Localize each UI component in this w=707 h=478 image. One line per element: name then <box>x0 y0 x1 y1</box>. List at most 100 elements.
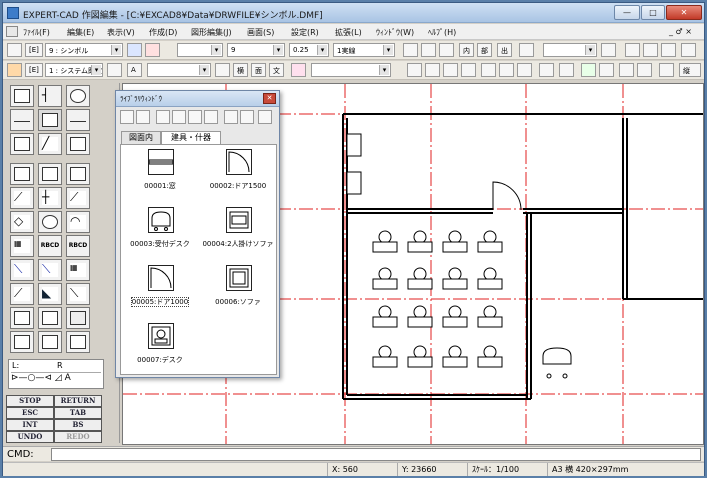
view2-icon[interactable] <box>643 43 658 57</box>
font-select[interactable]: ▾ <box>147 63 211 77</box>
corner-tool-1[interactable] <box>10 307 34 329</box>
dim-diameter-icon[interactable] <box>517 63 532 77</box>
horizontal-text-button[interactable]: 横 <box>233 63 248 77</box>
menu-figure-edit[interactable]: 図形編集(J) <box>191 27 232 38</box>
output-icon[interactable]: 出 <box>497 43 512 57</box>
paste-symbol-icon[interactable] <box>188 110 202 124</box>
slant-line-tool[interactable]: ╱ <box>38 133 62 155</box>
part-icon[interactable]: 部 <box>477 43 492 57</box>
undo-button[interactable]: UNDO <box>6 431 54 443</box>
pattern-icon[interactable] <box>291 63 306 77</box>
balloon-icon[interactable] <box>559 63 574 77</box>
symbol-item[interactable]: 00006:ソファ <box>199 261 277 317</box>
polyline-tool[interactable] <box>66 109 90 131</box>
diagonal-tool[interactable]: ⟋ <box>10 187 34 209</box>
menu-window[interactable]: ｳｨﾝﾄﾞｳ(W) <box>376 27 414 38</box>
select-tool[interactable] <box>10 85 34 107</box>
tab-button[interactable]: TAB <box>54 407 102 419</box>
corner-tool-2[interactable] <box>38 307 62 329</box>
layer-pick-icon[interactable] <box>145 43 160 57</box>
system-edit-flag[interactable]: [E] <box>25 63 43 77</box>
rotate-icon[interactable] <box>619 63 634 77</box>
text-style-icon[interactable]: A <box>127 63 142 77</box>
dim-angle-icon[interactable] <box>481 63 496 77</box>
menu-edit[interactable]: 編集(E) <box>67 27 94 38</box>
command-input[interactable] <box>51 448 701 461</box>
inside-icon[interactable]: 内 <box>459 43 474 57</box>
copy-icon[interactable] <box>581 63 596 77</box>
line-width-select[interactable]: 0.25 ▾ <box>289 43 329 57</box>
symbol-tool[interactable] <box>66 307 90 329</box>
arc-tool[interactable]: ◠ <box>66 211 90 233</box>
chamfer-tool[interactable]: ⟋ <box>10 283 34 305</box>
color-select[interactable]: ▾ <box>177 43 223 57</box>
circle-select-tool[interactable] <box>66 85 90 107</box>
detail-view-icon[interactable] <box>258 110 272 124</box>
crosshair-tool[interactable]: ┼ <box>38 187 62 209</box>
search-icon[interactable] <box>107 63 122 77</box>
layer-select[interactable]: 9 : シンボル ▾ <box>45 43 123 57</box>
move-icon[interactable] <box>599 63 614 77</box>
grid-tool[interactable]: ▦ <box>10 235 34 257</box>
break-tool[interactable]: ◣ <box>38 283 62 305</box>
tab-in-drawing[interactable]: 図面内 <box>121 131 161 145</box>
face-text-button[interactable]: 面 <box>251 63 266 77</box>
document-icon[interactable] <box>6 26 18 37</box>
bs-button[interactable]: BS <box>54 419 102 431</box>
copy-symbol-icon[interactable] <box>172 110 186 124</box>
area-tool[interactable] <box>10 331 34 353</box>
frame-tool[interactable] <box>38 109 62 131</box>
redo-button[interactable]: REDO <box>54 431 102 443</box>
point-tool[interactable]: ┤ <box>38 85 62 107</box>
stair-tool[interactable] <box>38 163 62 185</box>
property-icon[interactable] <box>421 43 436 57</box>
rectangle-tool[interactable] <box>10 133 34 155</box>
cross-icon[interactable] <box>439 43 454 57</box>
int-button[interactable]: INT <box>6 419 54 431</box>
library-title-bar[interactable]: ﾗｲﾌﾞﾗﾘｳｨﾝﾄﾞｳ ✕ <box>116 91 279 107</box>
split-icon[interactable] <box>601 43 616 57</box>
large-icon-view[interactable] <box>224 110 238 124</box>
pencil-icon[interactable] <box>7 63 22 77</box>
extend-tool[interactable]: ⟍ <box>10 259 34 281</box>
pattern-select[interactable]: ▾ <box>311 63 391 77</box>
copy-shape-tool[interactable] <box>66 163 90 185</box>
divide-tool[interactable]: ⟍ <box>66 283 90 305</box>
dim-radius-icon[interactable] <box>499 63 514 77</box>
stairs-tool[interactable] <box>38 331 62 353</box>
menu-help[interactable]: ﾍﾙﾌﾟ(H) <box>428 27 456 38</box>
vertical-text-button[interactable]: 縦 <box>679 63 701 77</box>
circle-tool[interactable] <box>38 211 62 233</box>
pen-color-select[interactable]: 9 ▾ <box>227 43 285 57</box>
layer-panel-icon[interactable] <box>7 43 22 57</box>
list-view-icon[interactable] <box>240 110 254 124</box>
system-layer-select[interactable]: 1 : システム既定 ▾ <box>45 63 103 77</box>
new-icon[interactable] <box>156 110 170 124</box>
open-folder-icon[interactable] <box>120 110 134 124</box>
maximize-button[interactable]: □ <box>641 5 665 20</box>
symbol-item[interactable]: 00007:デスク <box>121 319 199 375</box>
minimize-button[interactable]: — <box>614 5 640 20</box>
menu-screen[interactable]: 画面(S) <box>247 27 274 38</box>
flag-icon[interactable] <box>659 63 674 77</box>
diamond-tool[interactable]: ◇ <box>10 211 34 233</box>
offset-tool[interactable]: ⟋ <box>66 187 90 209</box>
symbol-item[interactable]: 00003:受付デスク <box>121 203 199 259</box>
symbol-item-selected[interactable]: 00005:ドア1000 <box>121 261 199 317</box>
property-symbol-icon[interactable] <box>204 110 218 124</box>
measure-icon[interactable] <box>403 43 418 57</box>
tab-fixtures[interactable]: 建具・什器 <box>161 131 221 145</box>
menu-view[interactable]: 表示(V) <box>107 27 135 38</box>
view3-icon[interactable] <box>661 43 676 57</box>
rbcd-tool-2[interactable]: RBCD <box>66 235 90 257</box>
snap-icon[interactable] <box>215 63 230 77</box>
esc-button[interactable]: ESC <box>6 407 54 419</box>
line-tool[interactable] <box>10 109 34 131</box>
menu-settings[interactable]: 設定(R) <box>291 27 319 38</box>
dim-base-icon[interactable] <box>461 63 476 77</box>
layer-edit-flag[interactable]: [E] <box>25 43 43 57</box>
menu-file[interactable]: ﾌｧｲﾙ(F) <box>23 27 50 38</box>
save-icon[interactable] <box>136 110 150 124</box>
mirror-icon[interactable] <box>637 63 652 77</box>
hatch-select[interactable]: ▾ <box>543 43 597 57</box>
